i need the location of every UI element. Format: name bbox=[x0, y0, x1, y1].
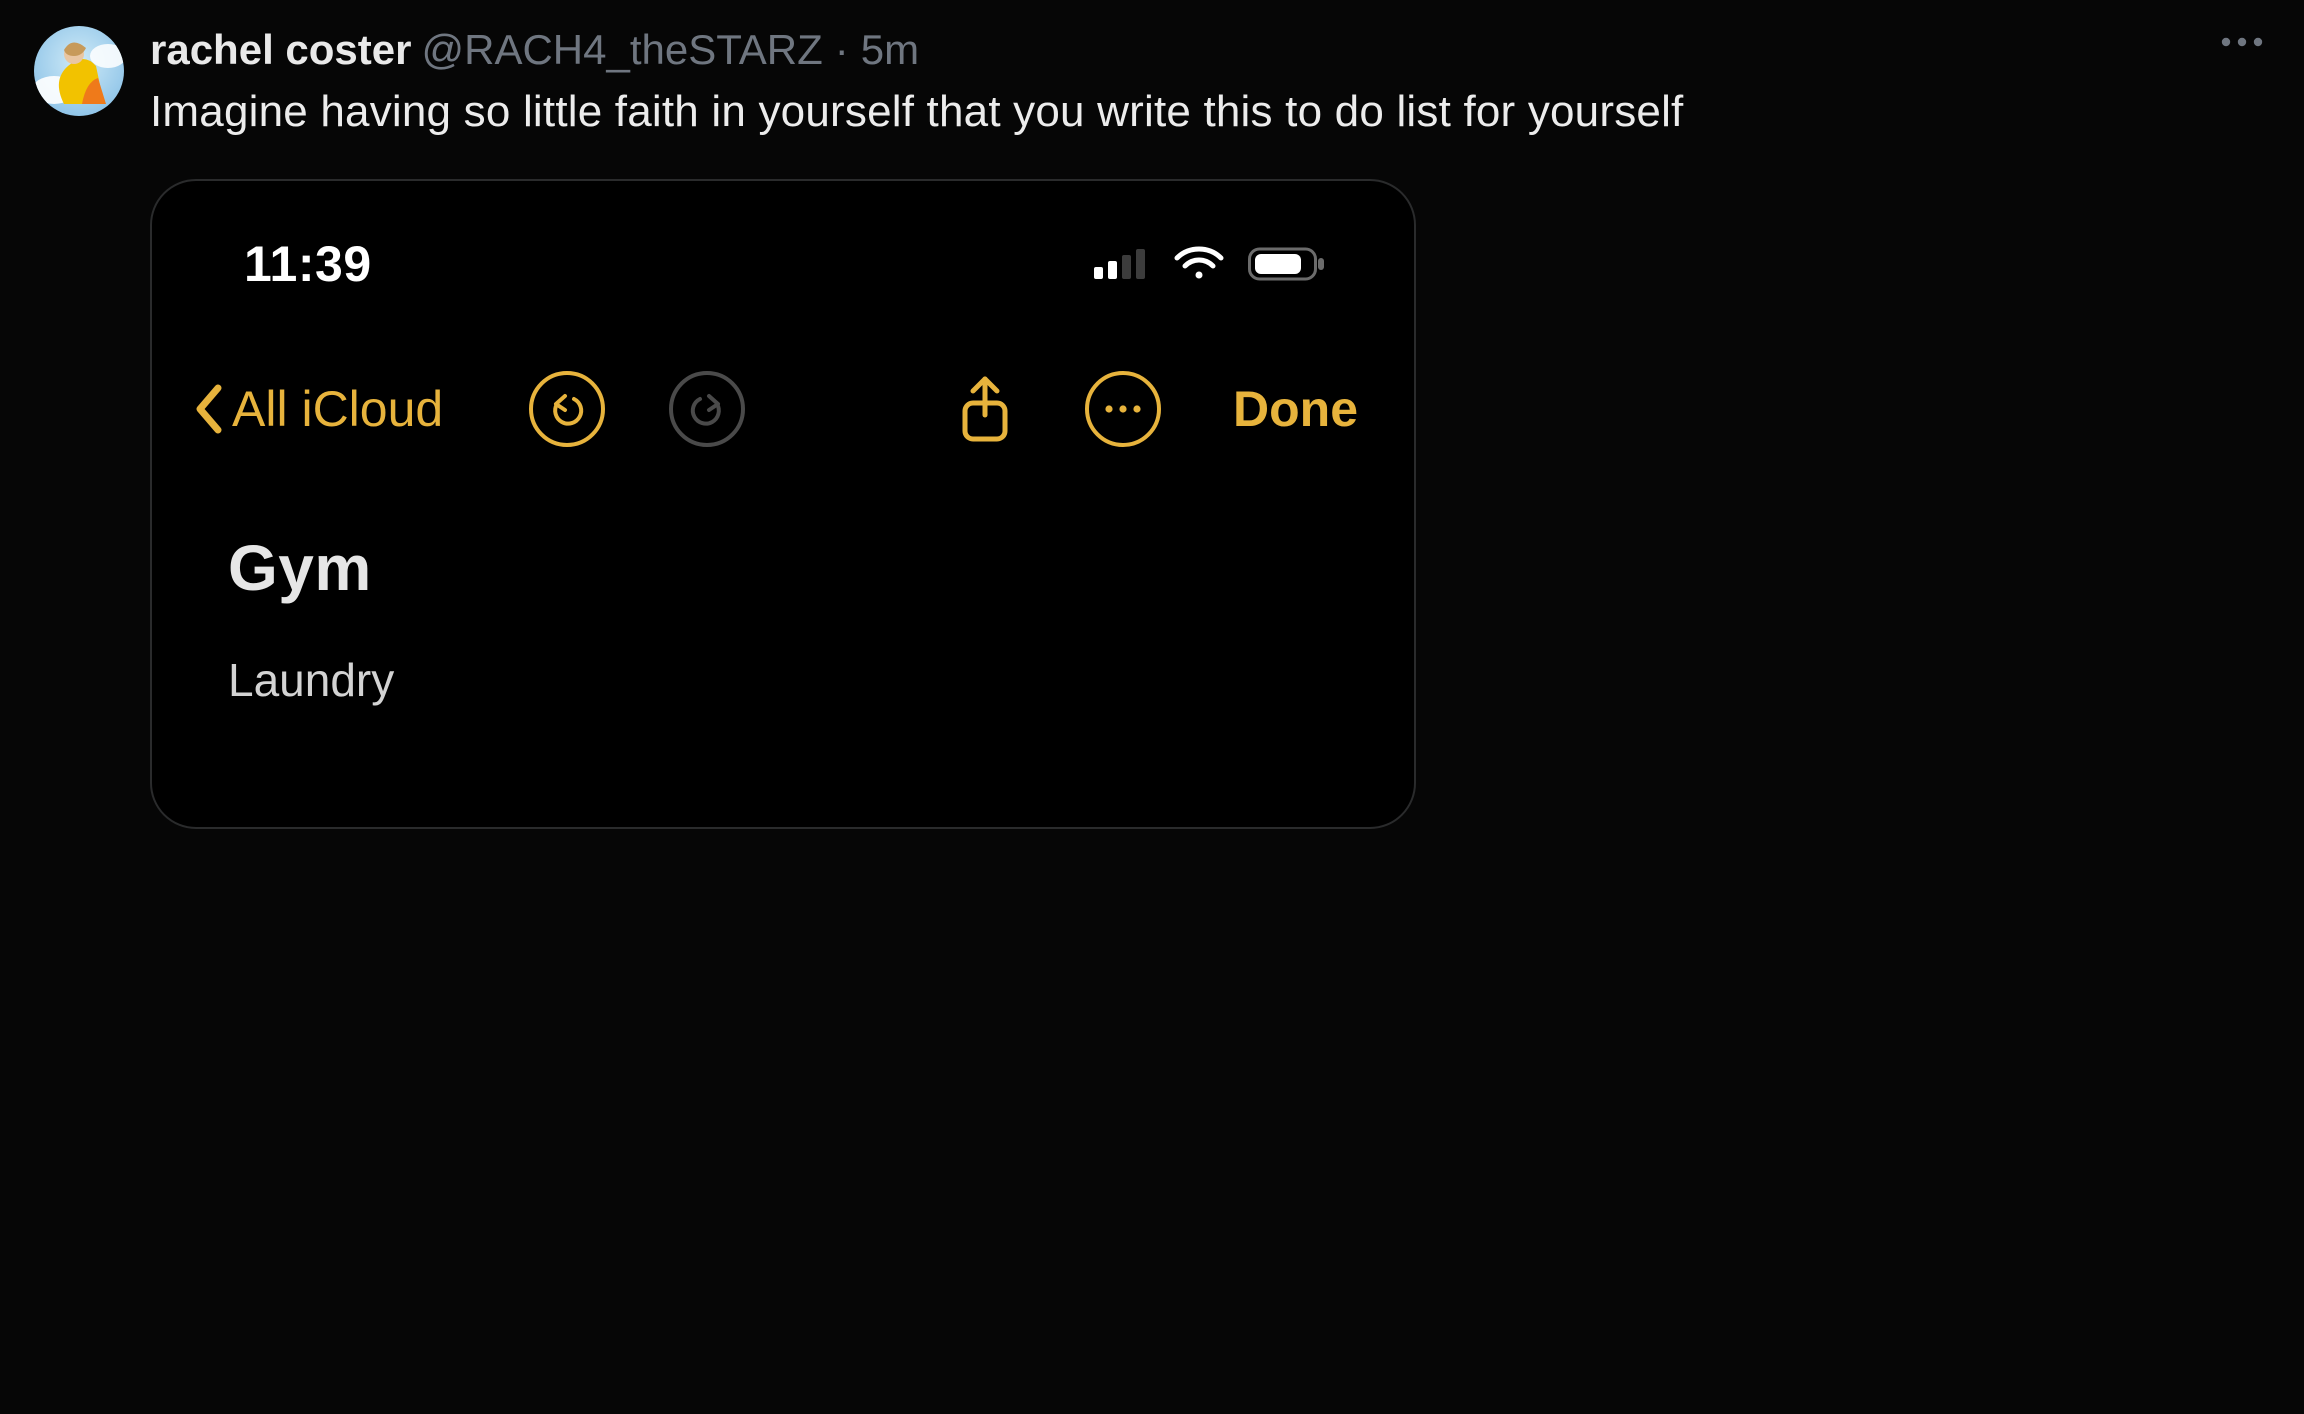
attached-image[interactable]: 11:39 bbox=[150, 179, 1416, 829]
tweet: rachel coster @RACH4_theSTARZ · 5m Imagi… bbox=[0, 0, 2304, 829]
back-button-label: All iCloud bbox=[232, 380, 443, 438]
battery-icon bbox=[1248, 246, 1326, 282]
more-button[interactable] bbox=[1085, 371, 1161, 447]
wifi-icon bbox=[1174, 246, 1224, 282]
done-button[interactable]: Done bbox=[1233, 380, 1358, 438]
timestamp[interactable]: 5m bbox=[861, 26, 919, 74]
display-name[interactable]: rachel coster bbox=[150, 26, 411, 74]
tweet-header: rachel coster @RACH4_theSTARZ · 5m bbox=[150, 26, 2270, 74]
redo-icon bbox=[687, 389, 727, 429]
ios-status-bar: 11:39 bbox=[152, 181, 1414, 293]
separator: · bbox=[835, 26, 849, 74]
undo-icon bbox=[547, 389, 587, 429]
handle[interactable]: @RACH4_theSTARZ bbox=[421, 26, 822, 74]
note-title: Gym bbox=[228, 531, 1414, 605]
notes-toolbar: All iCloud bbox=[152, 293, 1414, 447]
ellipsis-icon bbox=[2220, 36, 2264, 48]
avatar[interactable] bbox=[34, 26, 124, 116]
note-body: Gym Laundry bbox=[152, 447, 1414, 827]
chevron-left-icon bbox=[194, 384, 224, 434]
tweet-text: Imagine having so little faith in yourse… bbox=[150, 84, 2270, 140]
cellular-icon bbox=[1094, 249, 1150, 279]
share-button[interactable] bbox=[957, 375, 1013, 443]
back-button[interactable]: All iCloud bbox=[194, 380, 443, 438]
share-icon bbox=[957, 375, 1013, 443]
status-bar-time: 11:39 bbox=[244, 235, 372, 293]
ellipsis-icon bbox=[1103, 404, 1143, 414]
redo-button bbox=[669, 371, 745, 447]
note-line: Laundry bbox=[228, 653, 1414, 707]
more-options-button[interactable] bbox=[2214, 30, 2270, 54]
undo-button[interactable] bbox=[529, 371, 605, 447]
